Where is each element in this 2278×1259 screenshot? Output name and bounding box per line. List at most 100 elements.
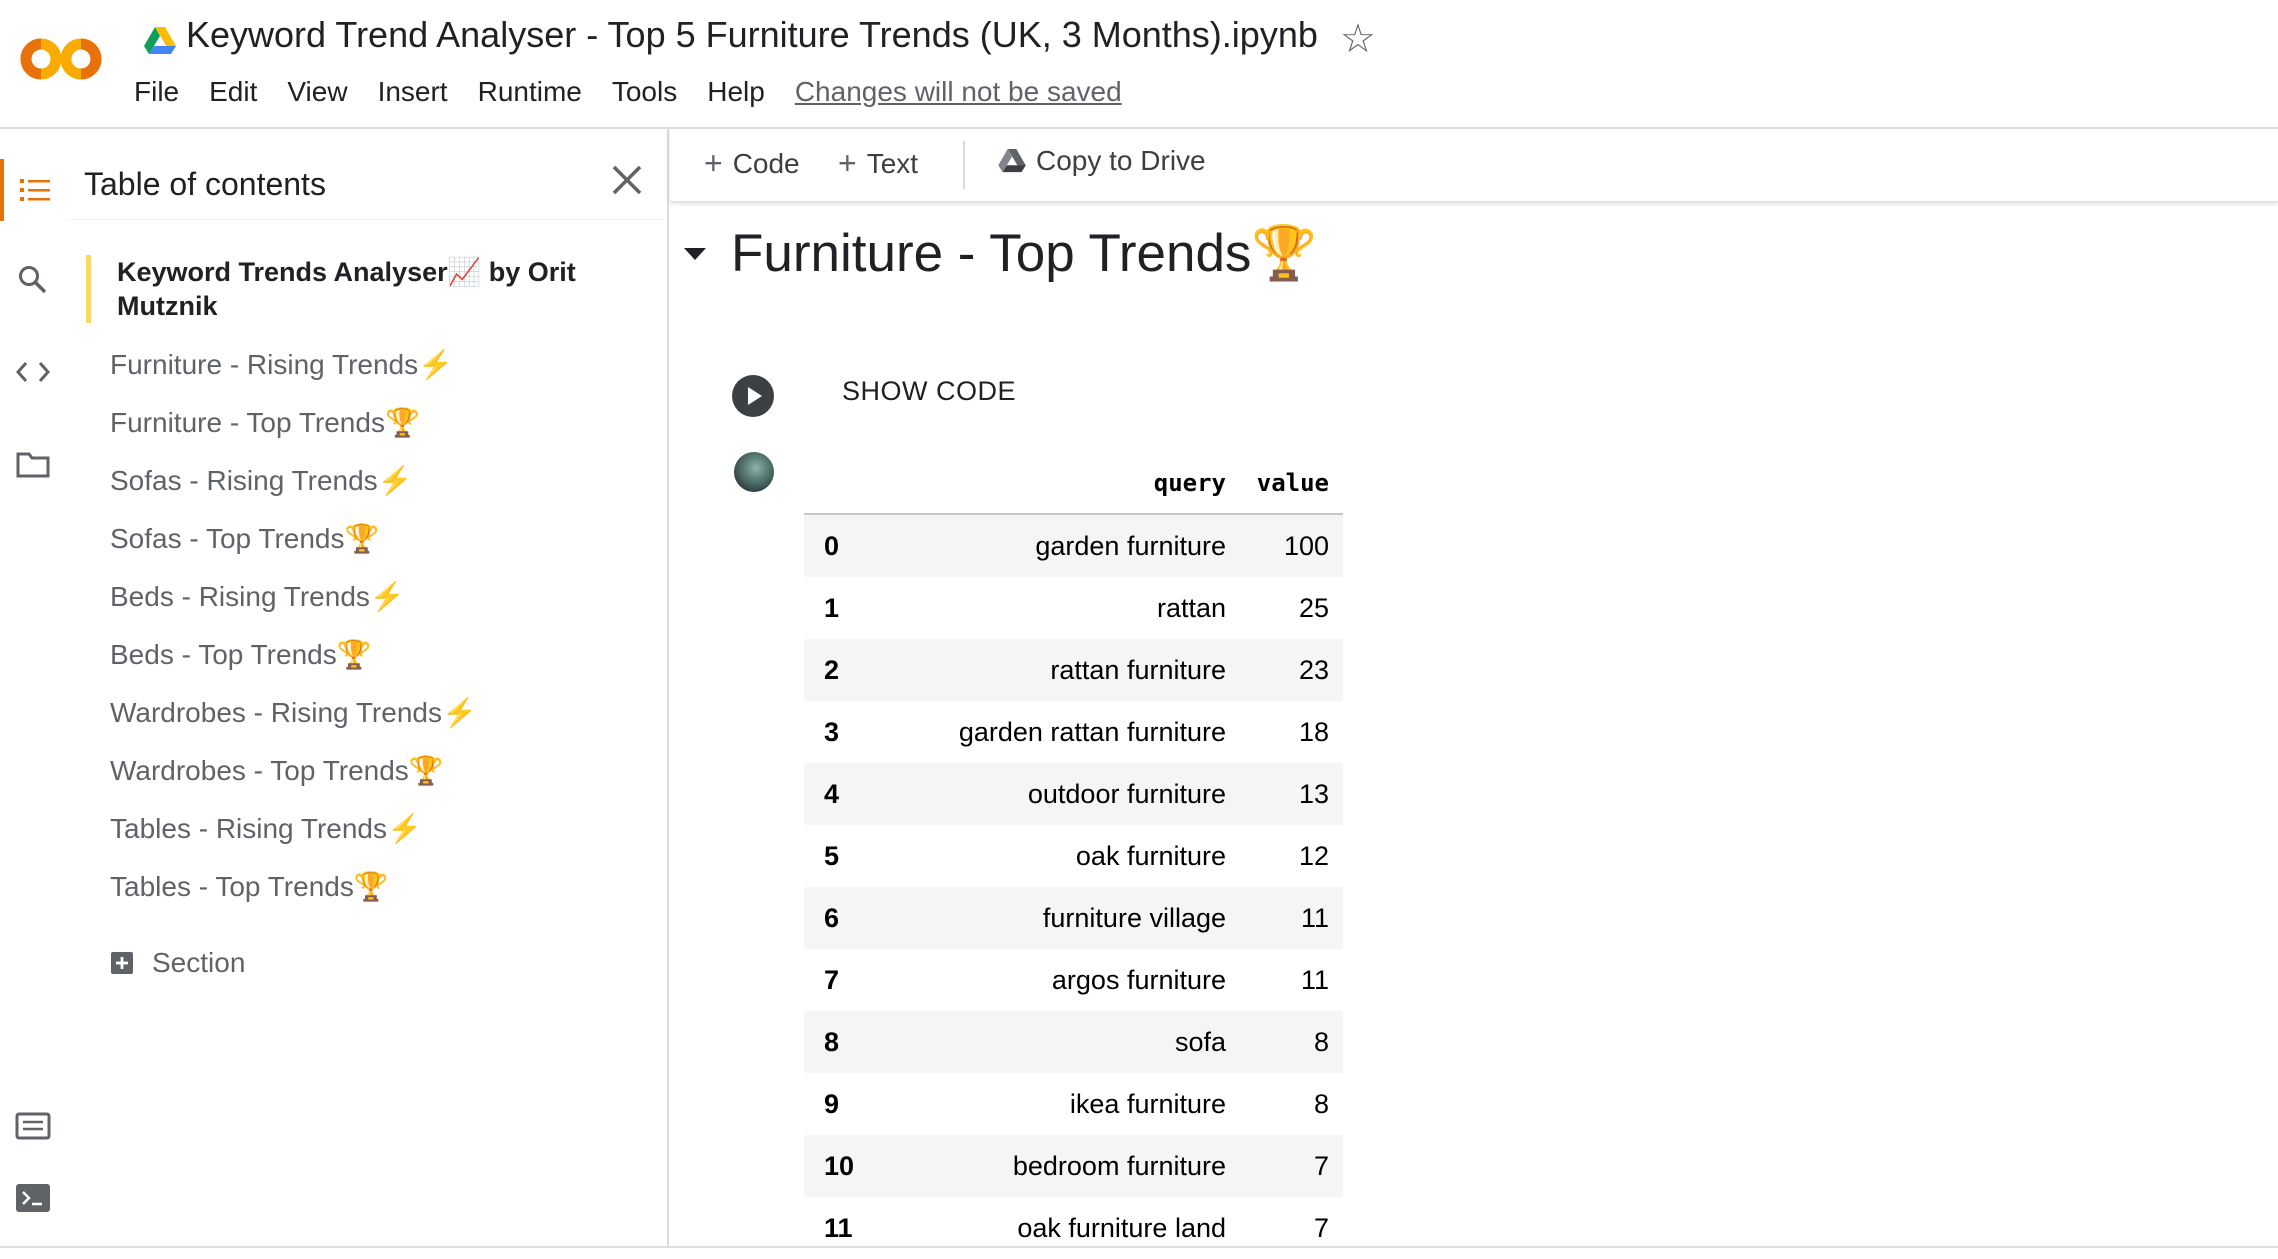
- table-row: 6 furniture village 11: [804, 887, 1343, 949]
- add-text-cell-button[interactable]: + Text: [838, 145, 918, 182]
- row-index: 1: [824, 592, 840, 623]
- plus-icon: +: [704, 145, 723, 181]
- changes-not-saved-link[interactable]: Changes will not be saved: [795, 76, 1122, 108]
- toolbar-divider: [963, 141, 965, 189]
- toc-item[interactable]: Beds - Top Trends🏆: [110, 638, 372, 671]
- plus-icon: +: [838, 145, 857, 181]
- toc-item[interactable]: Wardrobes - Top Trends🏆: [110, 754, 444, 787]
- toc-item[interactable]: Sofas - Rising Trends⚡: [110, 464, 413, 497]
- query-cell: outdoor furniture: [882, 763, 1240, 825]
- menu-view[interactable]: View: [287, 76, 347, 108]
- row-index: 8: [804, 1011, 882, 1073]
- column-header-value: value: [1240, 453, 1343, 515]
- google-drive-icon: [144, 27, 176, 55]
- row-index: 5: [824, 840, 840, 871]
- dataframe-output-table: query value 0 garden furniture 100 1 rat…: [804, 453, 1343, 1259]
- row-index: 9: [824, 1088, 840, 1119]
- folder-icon[interactable]: [0, 433, 66, 495]
- query-cell: sofa: [882, 1011, 1240, 1073]
- collapse-section-caret-icon[interactable]: [684, 248, 706, 260]
- close-icon[interactable]: [602, 155, 652, 205]
- table-row: 10 bedroom furniture 7: [804, 1135, 1343, 1197]
- menu-help[interactable]: Help: [707, 76, 765, 108]
- value-cell: 12: [1298, 840, 1329, 871]
- copy-to-drive-label: Copy to Drive: [1036, 145, 1206, 176]
- table-header-row: query value: [804, 453, 1343, 515]
- table-row: 8 sofa 8: [804, 1011, 1343, 1073]
- row-index: 4: [804, 763, 882, 825]
- query-cell: rattan: [1156, 592, 1226, 623]
- value-cell: 13: [1240, 763, 1343, 825]
- show-code-button[interactable]: SHOW CODE: [842, 376, 1016, 407]
- table-row: 0 garden furniture 100: [804, 514, 1343, 577]
- index-header: [804, 453, 882, 515]
- toc-item[interactable]: Furniture - Top Trends🏆: [110, 406, 420, 439]
- toc-item[interactable]: Tables - Top Trends🏆: [110, 870, 389, 903]
- notebook-title[interactable]: Keyword Trend Analyser - Top 5 Furniture…: [186, 14, 1318, 56]
- left-rail: [0, 129, 66, 1248]
- row-index: 0: [804, 514, 882, 577]
- toc-title: Table of contents: [84, 166, 326, 202]
- query-cell: rattan furniture: [882, 639, 1240, 701]
- add-text-label: Text: [866, 147, 919, 179]
- row-index: 7: [824, 964, 840, 995]
- colab-logo[interactable]: [20, 34, 104, 84]
- row-index: 10: [804, 1135, 882, 1197]
- toc-icon[interactable]: [0, 159, 66, 221]
- query-cell: oak furniture: [1075, 840, 1226, 871]
- menu-bar: File Edit View Insert Runtime Tools Help…: [134, 76, 1122, 108]
- command-palette-icon[interactable]: [0, 1095, 66, 1157]
- add-section-button[interactable]: Section: [110, 947, 245, 979]
- user-avatar: [734, 452, 774, 492]
- value-cell: 7: [1240, 1135, 1343, 1197]
- table-of-contents-panel: Table of contents Keyword Trends Analyse…: [66, 129, 669, 1248]
- notebook-toolbar: + Code + Text Copy to Drive: [670, 129, 2278, 202]
- menu-runtime[interactable]: Runtime: [478, 76, 582, 108]
- toc-item[interactable]: Wardrobes - Rising Trends⚡: [110, 696, 477, 729]
- menu-insert[interactable]: Insert: [378, 76, 448, 108]
- bottom-border: [0, 1246, 2278, 1248]
- table-row: 2 rattan furniture 23: [804, 639, 1343, 701]
- query-cell: garden rattan furniture: [958, 716, 1226, 747]
- query-cell: argos furniture: [1051, 964, 1226, 995]
- menu-edit[interactable]: Edit: [209, 76, 257, 108]
- code-snippets-icon[interactable]: [0, 341, 66, 403]
- row-index: 6: [804, 887, 882, 949]
- add-section-label: Section: [152, 947, 246, 978]
- table-row: 3 garden rattan furniture 18: [804, 701, 1343, 763]
- terminal-icon[interactable]: [0, 1167, 66, 1229]
- column-header-query: query: [882, 453, 1240, 515]
- toc-item[interactable]: Beds - Rising Trends⚡: [110, 580, 405, 613]
- drive-icon: [998, 149, 1026, 173]
- value-cell: 23: [1240, 639, 1343, 701]
- value-cell: 11: [1240, 887, 1343, 949]
- value-cell: 25: [1298, 592, 1329, 623]
- menu-file[interactable]: File: [134, 76, 179, 108]
- query-cell: garden furniture: [882, 514, 1240, 577]
- value-cell: 100: [1240, 514, 1343, 577]
- toc-heading[interactable]: Keyword Trends Analyser📈 by Orit Mutznik: [86, 255, 637, 323]
- toc-item[interactable]: Tables - Rising Trends⚡: [110, 812, 422, 845]
- row-index: 3: [824, 716, 840, 747]
- toc-item[interactable]: Furniture - Rising Trends⚡: [110, 348, 453, 381]
- add-code-cell-button[interactable]: + Code: [704, 145, 800, 182]
- search-icon[interactable]: [0, 249, 66, 311]
- menu-tools[interactable]: Tools: [612, 76, 677, 108]
- table-row: 5 oak furniture 12: [804, 825, 1343, 887]
- toc-divider: [66, 219, 666, 220]
- table-row: 4 outdoor furniture 13: [804, 763, 1343, 825]
- query-cell: bedroom furniture: [882, 1135, 1240, 1197]
- table-row: 9 ikea furniture 8: [804, 1073, 1343, 1135]
- toc-item[interactable]: Sofas - Top Trends🏆: [110, 522, 379, 555]
- table-row: 1 rattan 25: [804, 577, 1343, 639]
- value-cell: 8: [1313, 1088, 1329, 1119]
- row-index: 2: [804, 639, 882, 701]
- section-heading: Furniture - Top Trends🏆: [731, 224, 1318, 283]
- star-icon[interactable]: ☆: [1340, 16, 1376, 62]
- value-cell: 18: [1298, 716, 1329, 747]
- query-cell: furniture village: [882, 887, 1240, 949]
- run-cell-button[interactable]: [732, 375, 774, 417]
- copy-to-drive-button[interactable]: Copy to Drive: [998, 145, 1206, 177]
- add-code-label: Code: [732, 147, 800, 179]
- value-cell: 8: [1240, 1011, 1343, 1073]
